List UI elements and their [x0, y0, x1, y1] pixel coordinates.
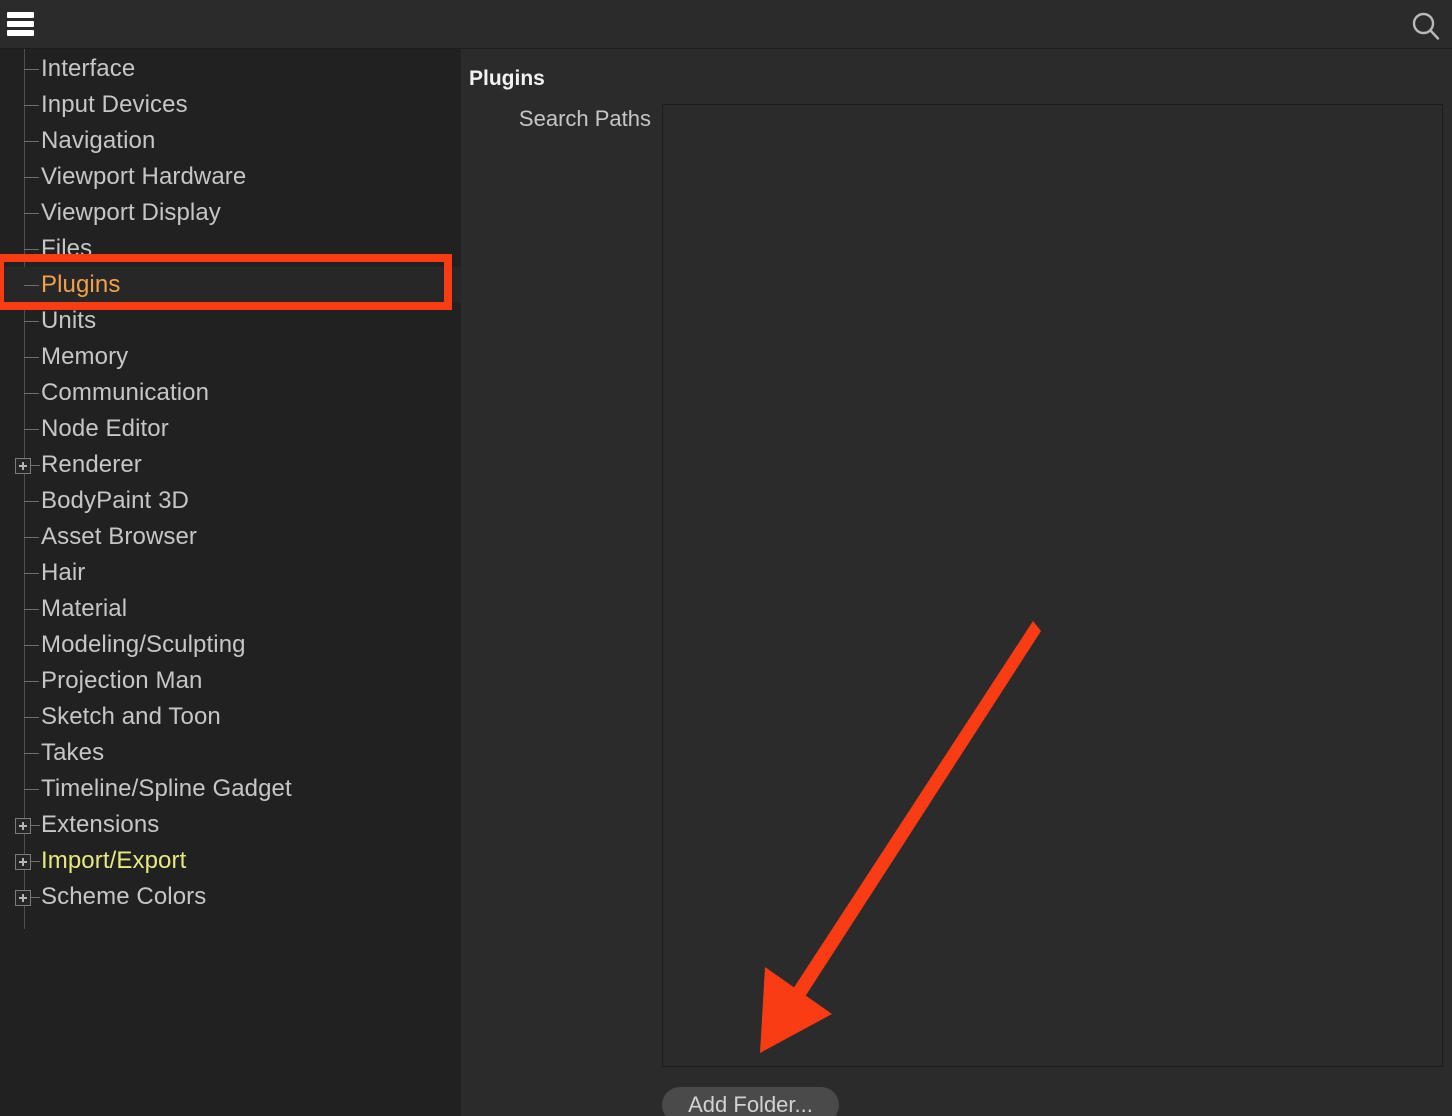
tree-branch-line	[24, 537, 39, 538]
sidebar-item-renderer[interactable]: Renderer	[0, 447, 461, 483]
sidebar-item-scheme-colors[interactable]: Scheme Colors	[0, 879, 461, 915]
tree-branch-line	[24, 645, 39, 646]
expand-plus-icon[interactable]	[15, 890, 31, 906]
add-folder-button[interactable]: Add Folder...	[662, 1087, 839, 1116]
tree-branch-line	[24, 249, 39, 250]
sidebar-item-label: Plugins	[41, 273, 120, 297]
sidebar-item-timeline-spline-gadget[interactable]: Timeline/Spline Gadget	[0, 771, 461, 807]
hamburger-bar-3	[7, 30, 34, 36]
sidebar-item-label: Files	[41, 237, 92, 261]
sidebar-item-label: Navigation	[41, 129, 155, 153]
sidebar-item-label: Scheme Colors	[41, 885, 206, 909]
sidebar-item-projection-man[interactable]: Projection Man	[0, 663, 461, 699]
sidebar-item-label: Interface	[41, 57, 135, 81]
sidebar-item-hair[interactable]: Hair	[0, 555, 461, 591]
tree-branch-line	[24, 213, 39, 214]
tree-branch-line	[24, 717, 39, 718]
sidebar-item-label: Viewport Hardware	[41, 165, 246, 189]
settings-sidebar[interactable]: Interface Input Devices Navigation Viewport…	[0, 49, 461, 1116]
sidebar-item-bodypaint-3d[interactable]: BodyPaint 3D	[0, 483, 461, 519]
tree-branch-line	[24, 429, 39, 430]
tree-branch-line	[24, 681, 39, 682]
sidebar-item-takes[interactable]: Takes	[0, 735, 461, 771]
sidebar-item-label: Asset Browser	[41, 525, 197, 549]
sidebar-item-asset-browser[interactable]: Asset Browser	[0, 519, 461, 555]
sidebar-item-viewport-display[interactable]: Viewport Display	[0, 195, 461, 231]
tree-branch-line	[24, 321, 39, 322]
tree-branch-line	[24, 285, 39, 286]
sidebar-item-label: Sketch and Toon	[41, 705, 221, 729]
tree-branch-line	[24, 753, 39, 754]
sidebar-item-modeling-sculpting[interactable]: Modeling/Sculpting	[0, 627, 461, 663]
sidebar-item-label: Modeling/Sculpting	[41, 633, 246, 657]
sidebar-item-label: Extensions	[41, 813, 159, 837]
hamburger-bar-1	[7, 12, 34, 18]
tree-branch-line	[24, 501, 39, 502]
tree-branch-line	[24, 609, 39, 610]
expand-plus-icon[interactable]	[15, 854, 31, 870]
sidebar-item-memory[interactable]: Memory	[0, 339, 461, 375]
tree-branch-line	[31, 861, 40, 862]
sidebar-item-label: Projection Man	[41, 669, 202, 693]
sidebar-item-files[interactable]: Files	[0, 231, 461, 267]
settings-tree: Interface Input Devices Navigation Viewport…	[0, 49, 461, 915]
expand-plus-icon[interactable]	[15, 818, 31, 834]
sidebar-item-import-export[interactable]: Import/Export	[0, 843, 461, 879]
tree-branch-line	[24, 789, 39, 790]
sidebar-item-label: Takes	[41, 741, 104, 765]
tree-branch-line	[24, 393, 39, 394]
sidebar-item-label: Hair	[41, 561, 85, 585]
sidebar-item-communication[interactable]: Communication	[0, 375, 461, 411]
tree-branch-line	[31, 825, 40, 826]
sidebar-item-label: Renderer	[41, 453, 142, 477]
sidebar-item-label: Material	[41, 597, 127, 621]
sidebar-item-plugins[interactable]: Plugins	[0, 267, 461, 303]
sidebar-item-label: Communication	[41, 381, 209, 405]
hamburger-menu-icon[interactable]	[7, 10, 34, 38]
sidebar-item-node-editor[interactable]: Node Editor	[0, 411, 461, 447]
hamburger-bar-2	[7, 21, 34, 27]
sidebar-item-extensions[interactable]: Extensions	[0, 807, 461, 843]
tree-branch-line	[24, 177, 39, 178]
sidebar-item-material[interactable]: Material	[0, 591, 461, 627]
sidebar-item-sketch-and-toon[interactable]: Sketch and Toon	[0, 699, 461, 735]
sidebar-item-label: BodyPaint 3D	[41, 489, 189, 513]
sidebar-item-input-devices[interactable]: Input Devices	[0, 87, 461, 123]
content-pane: Plugins Search Paths Add Folder...	[461, 49, 1452, 1116]
sidebar-item-units[interactable]: Units	[0, 303, 461, 339]
sidebar-item-label: Input Devices	[41, 93, 188, 117]
top-bar	[0, 0, 1452, 49]
tree-branch-line	[24, 573, 39, 574]
page-title: Plugins	[469, 67, 545, 91]
sidebar-item-label: Viewport Display	[41, 201, 221, 225]
sidebar-item-label: Memory	[41, 345, 128, 369]
tree-branch-line	[31, 465, 40, 466]
tree-branch-line	[24, 141, 39, 142]
sidebar-item-label: Timeline/Spline Gadget	[41, 777, 292, 801]
sidebar-item-interface[interactable]: Interface	[0, 51, 461, 87]
search-paths-label: Search Paths	[461, 106, 651, 132]
tree-branch-line	[24, 357, 39, 358]
sidebar-item-viewport-hardware[interactable]: Viewport Hardware	[0, 159, 461, 195]
sidebar-item-label: Import/Export	[41, 849, 186, 873]
app-root: Interface Input Devices Navigation Viewport…	[0, 0, 1452, 1116]
tree-branch-line	[31, 897, 40, 898]
sidebar-item-label: Node Editor	[41, 417, 169, 441]
search-icon[interactable]	[1408, 8, 1444, 44]
search-paths-list[interactable]	[662, 104, 1443, 1067]
sidebar-item-label: Units	[41, 309, 96, 333]
expand-plus-icon[interactable]	[15, 458, 31, 474]
tree-branch-line	[24, 105, 39, 106]
sidebar-item-navigation[interactable]: Navigation	[0, 123, 461, 159]
tree-branch-line	[24, 69, 39, 70]
